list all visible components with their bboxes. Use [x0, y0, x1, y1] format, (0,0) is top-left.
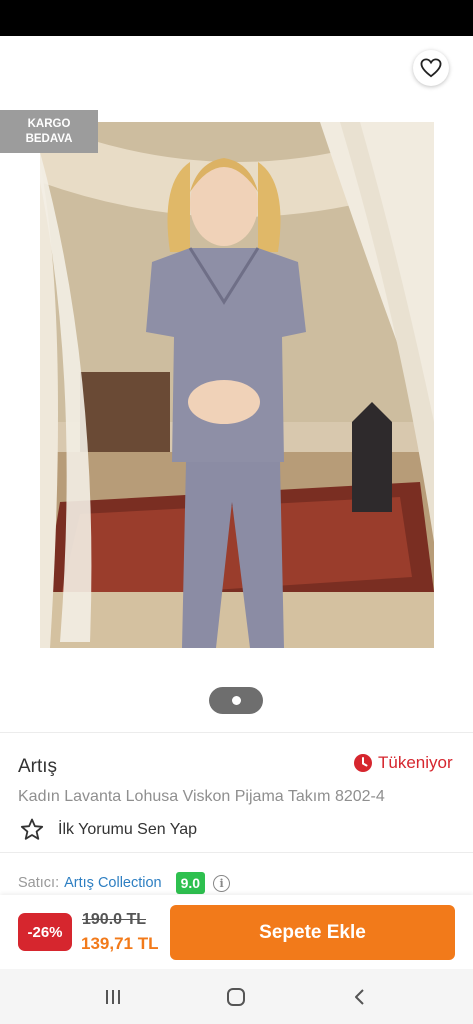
- free-shipping-badge: KARGO BEDAVA: [0, 110, 98, 153]
- recents-icon: [106, 990, 120, 1004]
- review-prompt: İlk Yorumu Sen Yap: [58, 820, 198, 838]
- heart-outline-icon: [420, 58, 442, 78]
- home-icon: [227, 988, 245, 1006]
- pagination-dot-active: [231, 696, 241, 705]
- stock-status-label: Tükeniyor: [378, 753, 453, 772]
- nav-back-button[interactable]: [346, 984, 374, 1010]
- badge-line-1: KARGO: [27, 118, 71, 130]
- clock-icon: [354, 754, 372, 772]
- share-icon: [361, 59, 381, 81]
- first-review-link[interactable]: İlk Yorumu Sen Yap: [20, 818, 197, 841]
- add-to-cart-button[interactable]: Sepete Ekle: [170, 905, 455, 960]
- product-title: Kadın Lavanta Lohusa Viskon Pijama Takım…: [18, 788, 385, 805]
- clock-icon-hands: [362, 757, 368, 767]
- top-bar: [0, 36, 473, 102]
- divider: [0, 732, 473, 733]
- discount-badge: -26%: [18, 913, 72, 951]
- info-icon[interactable]: i: [213, 874, 231, 892]
- purchase-bar: -26% 190.0 TL 139,71 TL Sepete Ekle: [0, 895, 473, 969]
- system-navigation-bar: [0, 969, 473, 1024]
- favorite-button[interactable]: [413, 50, 449, 86]
- new-price: 139,71 TL: [81, 934, 159, 953]
- divider: [0, 852, 473, 853]
- seller-score-badge: 9.0: [175, 872, 206, 894]
- star-outline-icon: [20, 818, 44, 840]
- seller-row: Satıcı: Artış Collection 9.0 i: [18, 871, 231, 895]
- arrow-left-icon: [27, 60, 49, 80]
- home-button[interactable]: [222, 984, 250, 1010]
- seller-prefix: Satıcı:: [18, 875, 60, 891]
- back-button[interactable]: [18, 52, 58, 88]
- nav-back-icon: [355, 989, 364, 1005]
- brand-name[interactable]: Artış: [18, 756, 57, 778]
- share-button[interactable]: [352, 52, 390, 88]
- recents-button[interactable]: [99, 984, 127, 1010]
- product-photo-illustration: [40, 122, 434, 648]
- stock-status: Tükeniyor: [354, 753, 453, 773]
- product-photo[interactable]: [40, 122, 434, 648]
- old-price: 190.0 TL: [82, 911, 147, 928]
- badge-line-2: BEDAVA: [25, 133, 73, 145]
- seller-name-link[interactable]: Artış Collection: [64, 875, 162, 891]
- gallery-pagination[interactable]: [209, 687, 263, 714]
- status-bar: [0, 0, 473, 36]
